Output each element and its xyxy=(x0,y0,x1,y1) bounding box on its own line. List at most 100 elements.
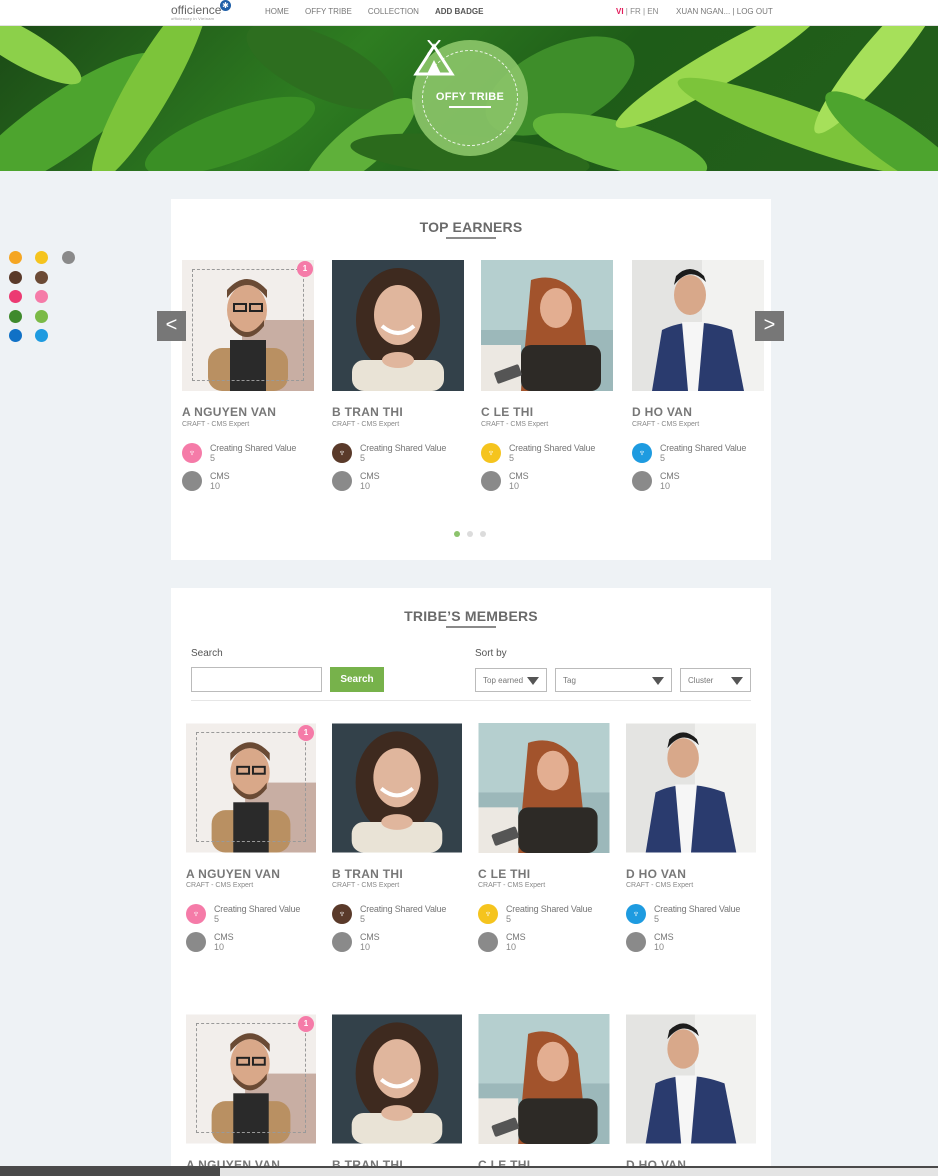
user-menu[interactable]: XUAN NGAN... | LOG OUT xyxy=(676,7,773,16)
member-photo[interactable] xyxy=(481,260,613,391)
shared-value-icon: ♆ xyxy=(332,443,352,463)
top-navigation: officience officiencey in Vietnam ✱ HOME… xyxy=(0,0,938,26)
badge-stat: ♆ Creating Shared Value 5 xyxy=(478,904,612,924)
carousel-dot-3[interactable] xyxy=(480,531,486,537)
logo-text: officience xyxy=(171,3,222,17)
lang-vi[interactable]: VI xyxy=(616,7,624,16)
swatch-8[interactable] xyxy=(9,310,22,323)
badge-value: 5 xyxy=(654,914,660,924)
member-photo[interactable] xyxy=(332,723,462,853)
shared-value-icon: ♆ xyxy=(332,904,352,924)
badge-value: 5 xyxy=(509,453,515,463)
member-name[interactable]: B TRAN THI xyxy=(332,405,403,419)
member-photo[interactable] xyxy=(332,260,464,391)
member-name[interactable]: A NGUYEN VAN xyxy=(182,405,276,419)
cms-stat: CMS 10 xyxy=(332,932,466,952)
member-photo[interactable] xyxy=(626,723,756,853)
badge-label: Creating Shared Value xyxy=(506,904,593,914)
cms-icon xyxy=(332,932,352,952)
swatch-9[interactable] xyxy=(35,310,48,323)
badge-stat: ♆ Creating Shared Value 5 xyxy=(332,904,466,924)
sort-top-earned-select[interactable]: Top earned xyxy=(475,668,547,692)
member-photo[interactable] xyxy=(626,1014,756,1144)
nav-collection-link[interactable]: COLLECTION xyxy=(368,7,419,16)
swatch-2[interactable] xyxy=(35,251,48,264)
swatch-7[interactable] xyxy=(35,290,48,303)
carousel-prev-button[interactable]: < xyxy=(157,311,186,341)
logo-tagline: officiencey in Vietnam xyxy=(171,16,215,21)
rank-badge: 1 xyxy=(297,261,313,277)
cms-label: CMS xyxy=(506,932,526,942)
shared-value-icon: ♆ xyxy=(626,904,646,924)
rank-badge: 1 xyxy=(298,725,314,741)
member-photo[interactable] xyxy=(478,723,610,853)
badge-stat: ♆ Creating Shared Value 5 xyxy=(332,443,466,463)
chevron-down-icon xyxy=(652,677,664,685)
horizontal-scrollbar-thumb[interactable] xyxy=(220,1168,938,1176)
cms-icon xyxy=(186,932,206,952)
swatch-6[interactable] xyxy=(9,290,22,303)
badge-label: Creating Shared Value xyxy=(360,443,447,453)
shared-value-icon: ♆ xyxy=(182,443,202,463)
offy-tribe-badge: OFFY TRIBE xyxy=(412,40,528,156)
top-earners-title-underline xyxy=(446,237,496,239)
member-name[interactable]: C LE THI xyxy=(481,405,533,419)
cms-stat: CMS 10 xyxy=(186,932,320,952)
member-name[interactable]: A NGUYEN VAN xyxy=(186,867,280,881)
member-photo[interactable] xyxy=(182,260,314,391)
cms-label: CMS xyxy=(509,471,529,481)
member-photo[interactable] xyxy=(478,1014,610,1144)
nav-add-badge-link[interactable]: ADD BADGE xyxy=(435,7,483,16)
sort-top-earned-value: Top earned xyxy=(483,676,524,685)
cms-stat: CMS 10 xyxy=(182,471,316,491)
swatch-11[interactable] xyxy=(35,329,48,342)
cms-value: 10 xyxy=(360,481,371,491)
badge-label: Creating Shared Value xyxy=(509,443,596,453)
member-name[interactable]: C LE THI xyxy=(478,867,530,881)
carousel-next-button[interactable]: > xyxy=(755,311,784,341)
offy-tribe-badge-ring: OFFY TRIBE xyxy=(413,40,518,146)
member-role: CRAFT - CMS Expert xyxy=(182,421,250,428)
nav-offy-tribe-link[interactable]: OFFY TRIBE xyxy=(305,7,352,16)
member-name[interactable]: D HO VAN xyxy=(626,867,686,881)
badge-label: Creating Shared Value xyxy=(360,904,447,914)
member-photo[interactable] xyxy=(186,1014,316,1144)
shared-value-icon: ♆ xyxy=(478,904,498,924)
carousel-dot-1[interactable] xyxy=(454,531,460,537)
officience-logo[interactable]: officience officiencey in Vietnam xyxy=(171,3,221,21)
badge-value: 5 xyxy=(210,453,216,463)
swatch-1[interactable] xyxy=(9,251,22,264)
cms-value: 10 xyxy=(660,481,671,491)
badge-stat: ♆ Creating Shared Value 5 xyxy=(626,904,760,924)
language-switcher[interactable]: VI | FR | EN xyxy=(616,7,658,16)
search-label: Search xyxy=(191,648,223,659)
member-role: CRAFT - CMS Expert xyxy=(632,421,700,428)
cms-icon xyxy=(481,471,501,491)
badge-label: Creating Shared Value xyxy=(660,443,747,453)
member-photo[interactable] xyxy=(632,260,764,391)
cms-label: CMS xyxy=(214,932,234,942)
member-search-input[interactable] xyxy=(191,667,322,692)
carousel-pagination xyxy=(454,531,486,537)
sort-tag-select[interactable]: Tag xyxy=(555,668,672,692)
member-photo[interactable] xyxy=(332,1014,462,1144)
swatch-4[interactable] xyxy=(9,271,22,284)
sort-cluster-select[interactable]: Cluster xyxy=(680,668,751,692)
badge-label: Creating Shared Value xyxy=(654,904,741,914)
lang-fr-en[interactable]: | FR | EN xyxy=(624,7,659,16)
nav-home-link[interactable]: HOME xyxy=(265,7,289,16)
top-earners-title: TOP EARNERS xyxy=(419,219,523,235)
hero-badge-underline xyxy=(449,106,491,108)
member-name[interactable]: B TRAN THI xyxy=(332,867,403,881)
cms-label: CMS xyxy=(654,932,674,942)
cms-label: CMS xyxy=(660,471,680,481)
cms-icon xyxy=(332,471,352,491)
swatch-5[interactable] xyxy=(35,271,48,284)
member-role: CRAFT - CMS Expert xyxy=(332,882,400,889)
carousel-dot-2[interactable] xyxy=(467,531,473,537)
swatch-10[interactable] xyxy=(9,329,22,342)
search-button[interactable]: Search xyxy=(330,667,384,692)
member-name[interactable]: D HO VAN xyxy=(632,405,692,419)
member-photo[interactable] xyxy=(186,723,316,853)
swatch-3[interactable] xyxy=(62,251,75,264)
